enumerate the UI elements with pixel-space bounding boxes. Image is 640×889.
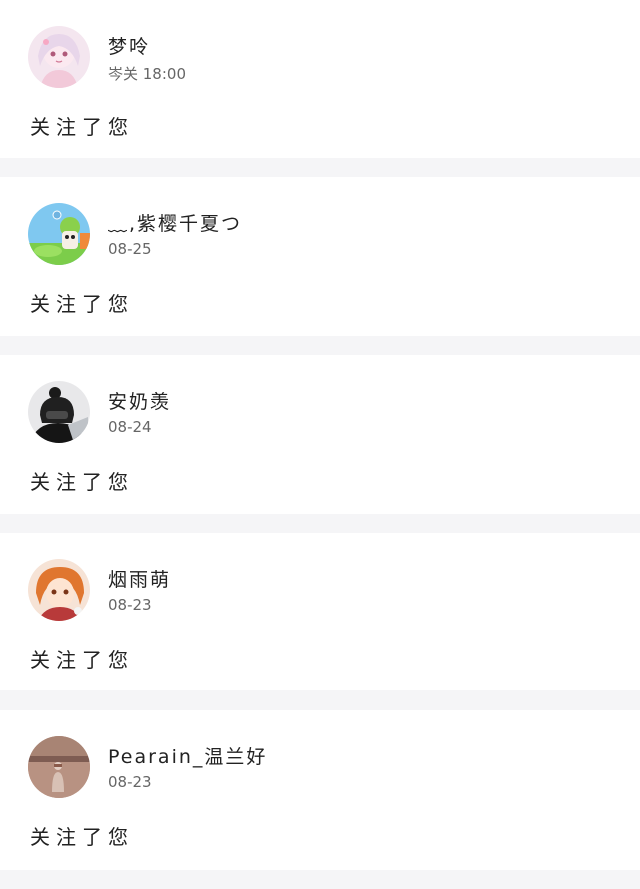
anime-orange-hair-avatar[interactable] <box>28 559 90 621</box>
follow-message: 关注了您 <box>30 115 134 139</box>
user-name[interactable]: 安奶羡 <box>108 387 171 414</box>
timestamp: 08-23 <box>108 773 152 791</box>
user-name[interactable]: 梦呤 <box>108 32 150 59</box>
notification-card[interactable]: 烟雨萌 08-23 关注了您 <box>0 533 640 690</box>
notification-card[interactable]: Pearain_温兰好 08-23 关注了您 <box>0 710 640 870</box>
user-name[interactable]: ﹏,紫樱千夏つ <box>108 209 242 236</box>
follow-message: 关注了您 <box>30 825 134 849</box>
user-name[interactable]: Pearain_温兰好 <box>108 742 267 769</box>
follow-message: 关注了您 <box>30 648 134 672</box>
sunset-figure-avatar[interactable] <box>28 736 90 798</box>
notification-card[interactable]: ﹏,紫樱千夏つ 08-25 关注了您 <box>0 177 640 336</box>
anime-girl-pink-avatar[interactable] <box>28 26 90 88</box>
notification-card[interactable]: 安奶羡 08-24 关注了您 <box>0 355 640 514</box>
timestamp: 岑关 18:00 <box>108 65 186 83</box>
follow-message: 关注了您 <box>30 292 134 316</box>
timestamp: 08-23 <box>108 596 152 614</box>
green-cartoon-character-avatar[interactable] <box>28 203 90 265</box>
timestamp: 08-25 <box>108 240 152 258</box>
timestamp: 08-24 <box>108 418 152 436</box>
notification-card[interactable]: 梦呤 岑关 18:00 关注了您 <box>0 0 640 158</box>
masked-figure-dark-avatar[interactable] <box>28 381 90 443</box>
user-name[interactable]: 烟雨萌 <box>108 565 171 592</box>
follow-message: 关注了您 <box>30 470 134 494</box>
follow-notifications-feed: 梦呤 岑关 18:00 关注了您 ﹏,紫樱千夏つ 08-25 关注了您 安奶羡 … <box>0 0 640 889</box>
